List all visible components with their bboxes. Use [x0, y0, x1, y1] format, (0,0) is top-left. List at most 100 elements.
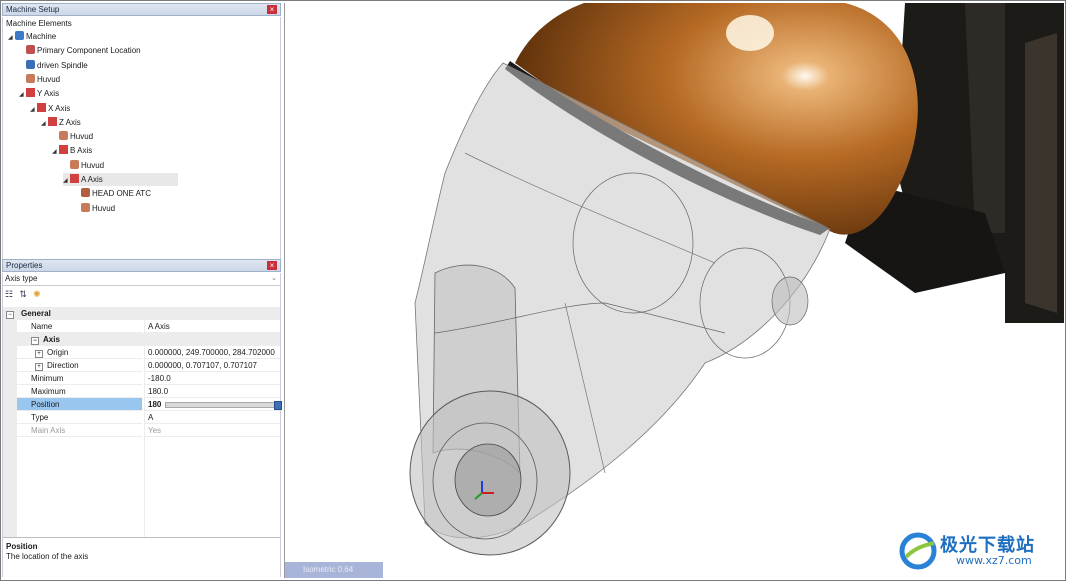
- property-row-name[interactable]: Name A Axis: [3, 320, 280, 333]
- category-general-label: General: [17, 307, 280, 320]
- view-orientation-label[interactable]: Isometric 0.64: [285, 562, 383, 578]
- tree-item-label: X Axis: [48, 103, 71, 113]
- tree-item-label: HEAD ONE ATC: [92, 189, 151, 199]
- tree-item-y-axis[interactable]: ◢ Y Axis: [19, 87, 59, 100]
- expand-icon[interactable]: +: [35, 363, 43, 371]
- property-row-direction[interactable]: + Direction 0.000000, 0.707107, 0.707107: [3, 359, 280, 372]
- property-row-origin[interactable]: + Origin 0.000000, 249.700000, 284.702000: [3, 346, 280, 359]
- property-row-minimum[interactable]: Minimum -180.0: [3, 372, 280, 385]
- row-margin: [3, 333, 17, 346]
- position-slider-thumb[interactable]: [274, 401, 282, 410]
- machine-head-model[interactable]: [285, 3, 1064, 578]
- watermark-logo-icon: [899, 532, 937, 570]
- machine-elements-tree: Machine Elements ◢ Machine Primary Compone…: [2, 17, 281, 259]
- property-row-position[interactable]: Position 180: [3, 398, 282, 411]
- property-maximum-label: Maximum: [17, 385, 142, 398]
- spindle-nose: [454, 443, 522, 517]
- tree-item-huvud[interactable]: Huvud: [63, 159, 104, 172]
- property-type-value[interactable]: A: [144, 411, 280, 424]
- machine-setup-title: Machine Setup: [6, 5, 60, 14]
- position-value-text[interactable]: 180: [148, 400, 161, 409]
- collapse-arrow-icon[interactable]: ◢: [63, 175, 70, 188]
- property-description: Position The location of the axis: [3, 537, 280, 578]
- row-margin: [3, 398, 17, 411]
- tree-item-huvud[interactable]: Huvud: [19, 73, 60, 86]
- properties-title: Properties: [6, 261, 43, 270]
- properties-close-button[interactable]: ×: [267, 261, 277, 270]
- property-row-main-axis[interactable]: Main Axis Yes: [3, 424, 280, 437]
- category-general[interactable]: − General: [3, 307, 280, 320]
- axis-type-combo-label: Axis type: [5, 274, 38, 283]
- category-axis-label: − Axis: [17, 333, 280, 346]
- machine-elements-heading: Machine Elements: [6, 19, 72, 28]
- tree-item-z-axis[interactable]: ◢ Z Axis: [41, 116, 81, 129]
- property-maximum-value[interactable]: 180.0: [144, 385, 280, 398]
- property-origin-value[interactable]: 0.000000, 249.700000, 284.702000: [144, 346, 280, 359]
- tree-item-driven-spindle[interactable]: driven Spindle: [19, 59, 88, 72]
- tree-item-primary-component-location[interactable]: Primary Component Location: [19, 44, 141, 57]
- collapse-arrow-icon[interactable]: ◢: [8, 32, 15, 45]
- collapse-icon[interactable]: −: [6, 311, 14, 319]
- origin-text: Origin: [47, 348, 69, 357]
- property-row-maximum[interactable]: Maximum 180.0: [3, 385, 280, 398]
- tree-item-huvud[interactable]: Huvud: [52, 130, 93, 143]
- collapse-arrow-icon[interactable]: ◢: [41, 118, 48, 131]
- property-name-value[interactable]: A Axis: [144, 320, 280, 333]
- body-icon: [81, 202, 90, 212]
- property-position-value[interactable]: 180: [144, 398, 282, 411]
- property-position-label: Position: [17, 398, 142, 411]
- tree-item-a-axis[interactable]: ◢ A Axis: [63, 173, 178, 186]
- left-panel: Machine Setup × Machine Elements ◢ Machin…: [2, 3, 282, 578]
- tool-icon: [81, 188, 90, 198]
- collapse-icon[interactable]: −: [31, 337, 39, 345]
- side-boss: [771, 276, 809, 326]
- row-margin: −: [3, 307, 17, 320]
- tree-item-b-axis[interactable]: ◢ B Axis: [52, 144, 92, 157]
- properties-titlebar: Properties ×: [2, 259, 281, 272]
- categorized-icon[interactable]: ☷: [5, 289, 13, 300]
- tree-item-x-axis[interactable]: ◢ X Axis: [30, 102, 70, 115]
- row-margin: [3, 411, 17, 424]
- tree-item-machine[interactable]: ◢ Machine: [8, 30, 56, 43]
- component-location-icon: [26, 45, 35, 55]
- row-margin: [3, 320, 17, 333]
- properties-toolbar: ☷ ⇅ ✺: [5, 289, 45, 303]
- row-margin: [3, 359, 17, 372]
- tree-item-label: B Axis: [70, 146, 93, 156]
- tree-item-huvud[interactable]: Huvud: [74, 202, 115, 215]
- sort-az-icon[interactable]: ⇅: [19, 289, 27, 300]
- property-origin-label: + Origin: [17, 346, 142, 359]
- tree-item-label: Huvud: [70, 132, 94, 142]
- expand-icon[interactable]: +: [35, 350, 43, 358]
- collapse-arrow-icon[interactable]: ◢: [30, 104, 37, 117]
- description-text: The location of the axis: [6, 552, 89, 561]
- property-minimum-value[interactable]: -180.0: [144, 372, 280, 385]
- machine-setup-titlebar: Machine Setup ×: [2, 3, 281, 16]
- property-main-axis-value: Yes: [144, 424, 280, 437]
- grid-divider: [144, 437, 145, 537]
- axis-type-combo[interactable]: Axis type ⌄: [3, 273, 280, 286]
- category-axis[interactable]: − Axis: [3, 333, 280, 346]
- 3d-viewport[interactable]: Isometric 0.64: [284, 3, 1064, 578]
- property-type-label: Type: [17, 411, 142, 424]
- body-icon: [59, 131, 68, 141]
- property-direction-value[interactable]: 0.000000, 0.707107, 0.707107: [144, 359, 280, 372]
- category-axis-text: Axis: [43, 335, 60, 344]
- body-icon: [26, 73, 35, 83]
- property-row-type[interactable]: Type A: [3, 411, 280, 424]
- spindle-icon: [26, 59, 35, 69]
- chevron-down-icon[interactable]: ⌄: [271, 274, 277, 282]
- axis-icon: [26, 88, 35, 98]
- collapse-arrow-icon[interactable]: ◢: [52, 146, 59, 159]
- collapse-arrow-icon[interactable]: ◢: [19, 89, 26, 102]
- machine-setup-close-button[interactable]: ×: [267, 5, 277, 14]
- position-slider[interactable]: [165, 401, 282, 410]
- grid-margin-fill: [3, 437, 17, 537]
- properties-panel: Axis type ⌄ ☷ ⇅ ✺ − General Name A Axis …: [2, 273, 282, 578]
- tree-item-label: Z Axis: [59, 117, 81, 127]
- property-pages-icon[interactable]: ✺: [33, 289, 41, 300]
- column-side: [1025, 33, 1057, 313]
- tree-item-head-one-atc[interactable]: HEAD ONE ATC: [74, 187, 151, 200]
- axis-icon: [70, 174, 79, 183]
- row-margin: [3, 424, 17, 437]
